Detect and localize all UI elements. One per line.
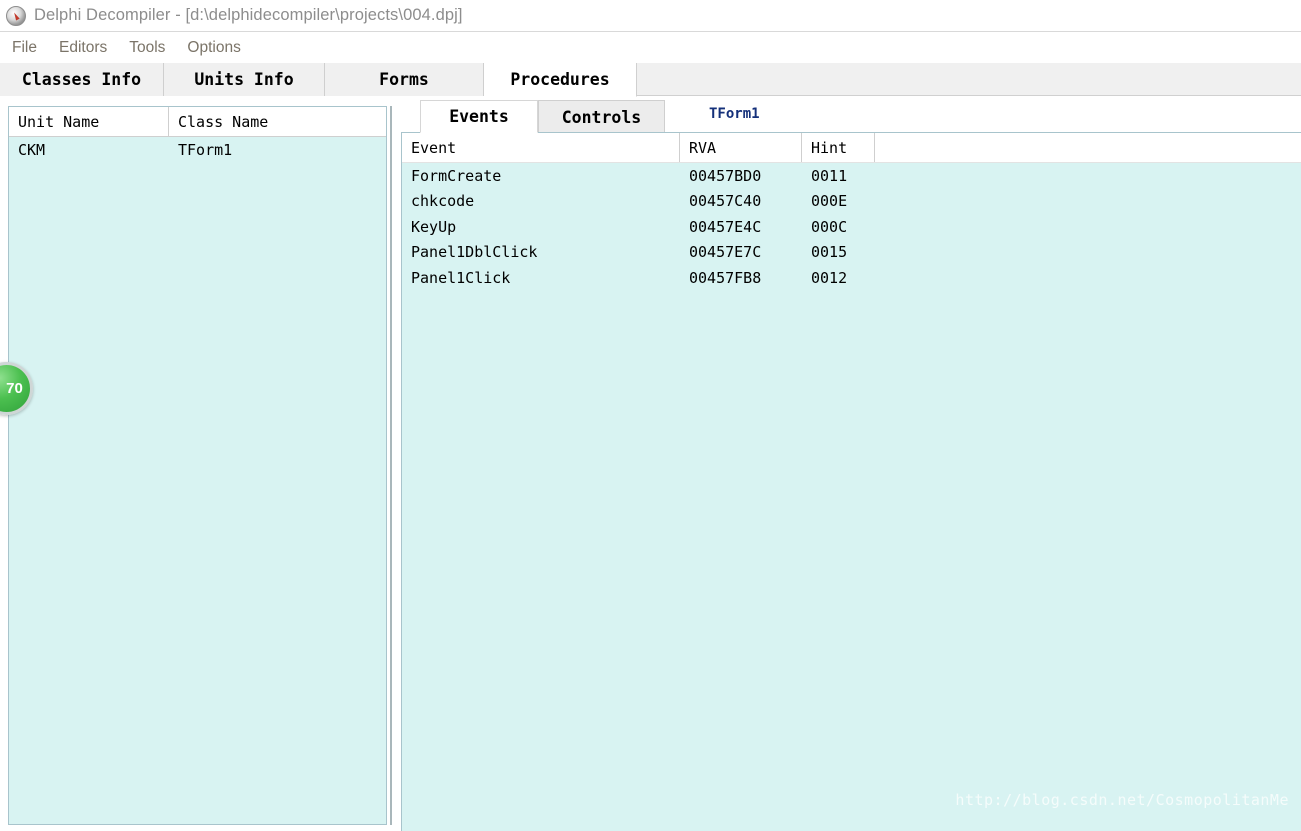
table-row[interactable]: CKM TForm1 <box>9 137 386 162</box>
panel-splitter[interactable] <box>388 106 398 825</box>
tab-events[interactable]: Events <box>420 100 538 133</box>
events-list-header: Event RVA Hint <box>402 133 1301 163</box>
main-tabstrip: Classes Info Units Info Forms Procedures <box>0 63 1301 97</box>
cell-rva: 00457E4C <box>689 217 762 236</box>
cell-hint: 0011 <box>811 166 848 185</box>
menubar: File Editors Tools Options <box>0 31 1301 63</box>
tab-units-info[interactable]: Units Info <box>164 63 325 96</box>
events-list: Event RVA Hint FormCreate 00457BD0 0011 … <box>401 132 1301 831</box>
window-titlebar: Delphi Decompiler - [d:\delphidecompiler… <box>0 0 1301 31</box>
tab-forms[interactable]: Forms <box>325 63 484 96</box>
menu-item-file[interactable]: File <box>12 39 37 57</box>
column-header-class-name[interactable]: Class Name <box>169 107 386 136</box>
cell-event: chkcode <box>411 192 475 211</box>
column-header-filler <box>875 133 1301 162</box>
cell-rva: 00457BD0 <box>689 166 762 185</box>
cell-rva: 00457C40 <box>689 192 762 211</box>
tab-controls[interactable]: Controls <box>538 100 665 133</box>
cell-hint: 0012 <box>811 268 848 287</box>
window-title: Delphi Decompiler - [d:\delphidecompiler… <box>34 6 463 24</box>
cell-event: Panel1DblClick <box>411 243 538 262</box>
badge-value: 70 <box>6 380 23 397</box>
selected-form-label: TForm1 <box>709 106 760 122</box>
table-row[interactable]: FormCreate 00457BD0 0011 <box>402 163 1301 189</box>
column-header-hint[interactable]: Hint <box>802 133 875 162</box>
table-row[interactable]: KeyUp 00457E4C 000C <box>402 214 1301 240</box>
table-row[interactable]: Panel1Click 00457FB8 0012 <box>402 265 1301 291</box>
cell-event: Panel1Click <box>411 268 511 287</box>
cell-event: KeyUp <box>411 217 457 236</box>
table-row[interactable]: Panel1DblClick 00457E7C 0015 <box>402 240 1301 266</box>
cell-class-name: TForm1 <box>178 140 233 159</box>
cell-hint: 000C <box>811 217 848 236</box>
compass-icon <box>6 5 26 26</box>
events-tabstrip: Events Controls TForm1 <box>399 96 1301 133</box>
column-header-rva[interactable]: RVA <box>680 133 802 162</box>
tab-procedures[interactable]: Procedures <box>484 63 637 97</box>
procedures-panel: Events Controls TForm1 Event RVA Hint Fo… <box>399 96 1301 831</box>
cell-rva: 00457FB8 <box>689 268 762 287</box>
tab-classes-info[interactable]: Classes Info <box>0 63 164 96</box>
units-list-header: Unit Name Class Name <box>9 107 386 137</box>
column-header-unit-name[interactable]: Unit Name <box>9 107 169 136</box>
cell-event: FormCreate <box>411 166 502 185</box>
menu-item-options[interactable]: Options <box>187 39 240 57</box>
cell-unit-name: CKM <box>18 140 46 159</box>
units-list-body: CKM TForm1 <box>9 137 386 824</box>
cell-hint: 000E <box>811 192 848 211</box>
events-list-body: FormCreate 00457BD0 0011 chkcode 00457C4… <box>402 163 1301 291</box>
menu-item-editors[interactable]: Editors <box>59 39 107 57</box>
cell-hint: 0015 <box>811 243 848 262</box>
table-row[interactable]: chkcode 00457C40 000E <box>402 189 1301 215</box>
column-header-event[interactable]: Event <box>402 133 680 162</box>
menu-item-tools[interactable]: Tools <box>129 39 165 57</box>
cell-rva: 00457E7C <box>689 243 762 262</box>
units-list-panel: Unit Name Class Name CKM TForm1 <box>8 106 387 825</box>
